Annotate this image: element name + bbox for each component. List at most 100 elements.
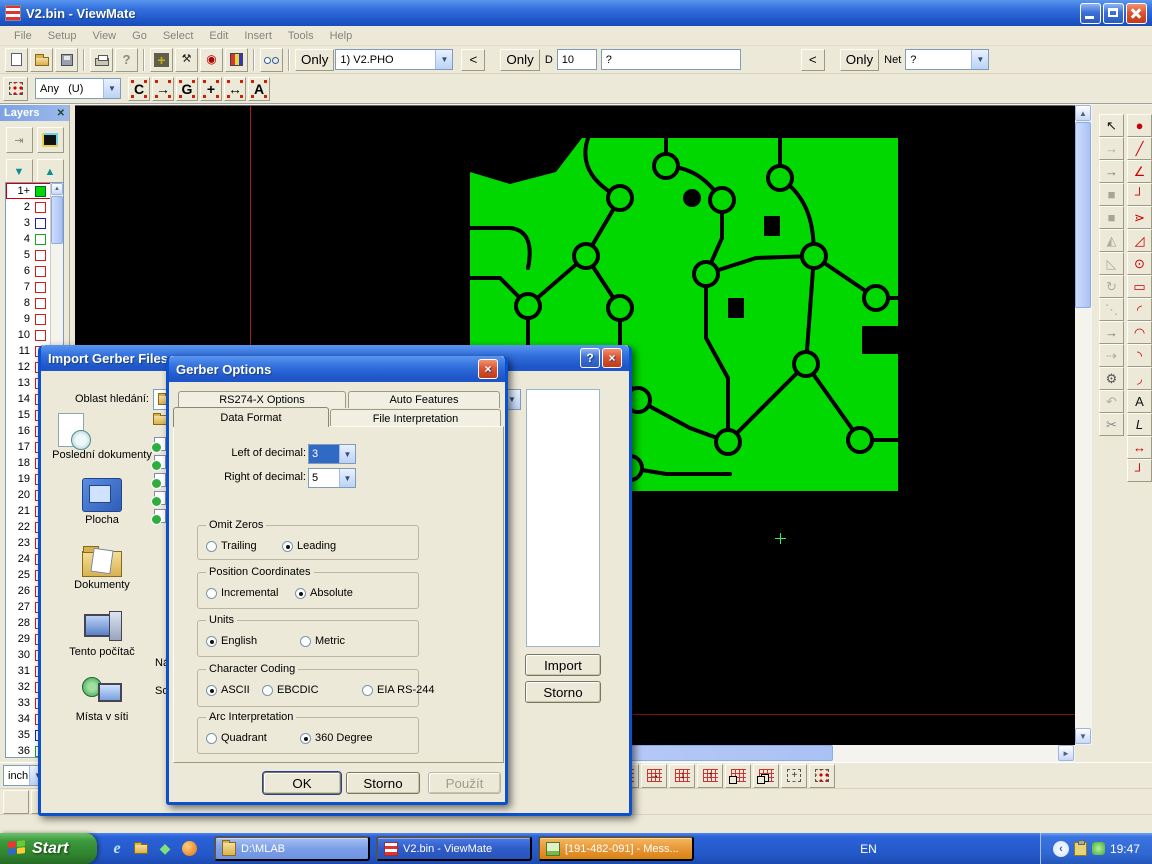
radio-icon[interactable] bbox=[206, 733, 217, 744]
gerber-file-icon[interactable] bbox=[154, 437, 166, 451]
dcode-filter-input[interactable]: ? bbox=[601, 49, 741, 70]
tab-rs274x-options[interactable]: RS274-X Options bbox=[178, 391, 346, 408]
task-messenger[interactable]: [191-482-091] - Mess... bbox=[538, 836, 694, 861]
window-corner-button[interactable] bbox=[725, 764, 751, 788]
lasso-button[interactable]: ✂ bbox=[1099, 413, 1124, 436]
draw-pad-button[interactable]: ● bbox=[1127, 114, 1152, 137]
radio-option[interactable]: Incremental bbox=[206, 587, 278, 599]
radio-icon[interactable] bbox=[262, 685, 273, 696]
layer-swatch[interactable] bbox=[35, 266, 46, 277]
explorer-folder-icon[interactable] bbox=[131, 839, 151, 859]
block-b-button[interactable]: ■ bbox=[1099, 206, 1124, 229]
layer-swatch[interactable] bbox=[35, 218, 46, 229]
chevron-down-icon[interactable]: ▼ bbox=[339, 445, 355, 463]
save-file-button[interactable] bbox=[55, 48, 78, 72]
layer-combo[interactable]: 1) V2.PHO ▼ bbox=[335, 49, 453, 70]
radio-icon[interactable] bbox=[206, 685, 217, 696]
prev-layer-button[interactable]: < bbox=[461, 49, 485, 71]
language-indicator[interactable]: EN bbox=[852, 842, 885, 856]
draw-text-button[interactable]: A bbox=[1127, 390, 1152, 413]
chevron-down-icon[interactable]: ▼ bbox=[435, 50, 452, 69]
draw-polyline-button[interactable]: ∠ bbox=[1127, 160, 1152, 183]
help-button[interactable]: ? bbox=[580, 348, 600, 368]
left-of-decimal-combo[interactable]: 3 ▼ bbox=[308, 444, 356, 464]
film-colors-button[interactable] bbox=[225, 48, 248, 72]
radio-icon[interactable] bbox=[206, 588, 217, 599]
radio-icon[interactable] bbox=[282, 541, 293, 552]
layer-swatch[interactable] bbox=[35, 282, 46, 293]
measure-button[interactable] bbox=[260, 48, 283, 72]
place-network-places[interactable]: Místa v síti bbox=[51, 675, 153, 723]
open-file-button[interactable] bbox=[30, 48, 53, 72]
close-icon[interactable]: ✕ bbox=[57, 108, 65, 119]
import-button[interactable]: Import bbox=[525, 654, 601, 676]
tab-data-format[interactable]: Data Format bbox=[173, 407, 329, 427]
scale-button[interactable]: ⋱ bbox=[1099, 298, 1124, 321]
span-mode-icon[interactable]: ↔ bbox=[224, 77, 246, 101]
collapse-chevron-icon[interactable]: ‹ bbox=[1053, 841, 1069, 857]
agent-tray-icon[interactable] bbox=[1092, 842, 1105, 855]
menu-insert[interactable]: Insert bbox=[236, 28, 280, 44]
draw-triangle-button[interactable]: ◿ bbox=[1127, 229, 1152, 252]
layers-panel-header[interactable]: Layers ✕ bbox=[0, 105, 69, 121]
draw-corner-button[interactable]: ┘ bbox=[1127, 183, 1152, 206]
select-filter-combo[interactable]: Any (U) ▼ bbox=[35, 78, 121, 99]
close-button[interactable]: × bbox=[478, 359, 498, 379]
pan-right-button[interactable]: → bbox=[641, 764, 667, 788]
chevron-down-icon[interactable]: ▼ bbox=[971, 50, 988, 69]
context-help-button[interactable]: ? bbox=[115, 48, 138, 72]
layer-swatch[interactable] bbox=[35, 250, 46, 261]
rotate-button[interactable]: ↻ bbox=[1099, 275, 1124, 298]
component-mode-icon[interactable]: C bbox=[128, 77, 150, 101]
place-desktop[interactable]: Plocha bbox=[51, 478, 153, 526]
net-combo[interactable]: ? ▼ bbox=[905, 49, 989, 70]
layer-swatch[interactable] bbox=[35, 186, 46, 197]
new-file-button[interactable] bbox=[5, 48, 28, 72]
firefox-icon[interactable] bbox=[179, 839, 199, 859]
only-net-button[interactable]: Only bbox=[840, 49, 879, 71]
close-button[interactable] bbox=[1126, 3, 1147, 24]
place-recent-documents[interactable]: Poslední dokumenty bbox=[51, 413, 153, 461]
help-center-icon[interactable]: ◆ bbox=[155, 839, 175, 859]
draw-rect-button[interactable]: ▭ bbox=[1127, 275, 1152, 298]
print-button[interactable] bbox=[90, 48, 113, 72]
tab-auto-features[interactable]: Auto Features bbox=[348, 391, 500, 408]
radio-option[interactable]: EIA RS-244 bbox=[362, 684, 434, 696]
apply-button[interactable]: Použít bbox=[428, 772, 501, 794]
send-layer-button[interactable]: ⇥ bbox=[6, 127, 33, 153]
menu-go[interactable]: Go bbox=[124, 28, 155, 44]
radio-option[interactable]: Absolute bbox=[295, 587, 353, 599]
block-a-button[interactable]: ■ bbox=[1099, 183, 1124, 206]
layer-swatch[interactable] bbox=[35, 330, 46, 341]
task-folder[interactable]: D:\MLAB bbox=[214, 836, 370, 861]
pan-down-button[interactable]: ↓ bbox=[669, 764, 695, 788]
menu-edit[interactable]: Edit bbox=[201, 28, 236, 44]
place-my-computer[interactable]: Tento počítač bbox=[51, 610, 153, 658]
radio-icon[interactable] bbox=[300, 636, 311, 647]
draw-dimension-button[interactable]: ↔ bbox=[1127, 436, 1152, 459]
menu-tools[interactable]: Tools bbox=[280, 28, 322, 44]
select-points-button[interactable] bbox=[809, 764, 835, 788]
start-button[interactable]: Start bbox=[0, 833, 97, 864]
right-of-decimal-combo[interactable]: 5 ▼ bbox=[308, 468, 356, 488]
scroll-down-icon[interactable]: ▼ bbox=[1075, 728, 1091, 744]
draw-circle-button[interactable]: ⊙ bbox=[1127, 252, 1152, 275]
undo-button[interactable]: ↶ bbox=[1099, 390, 1124, 413]
menu-select[interactable]: Select bbox=[155, 28, 202, 44]
gerber-options-titlebar[interactable]: Gerber Options × bbox=[169, 356, 505, 382]
gerber-file-icon[interactable] bbox=[154, 491, 166, 505]
select-area-button[interactable]: + bbox=[781, 764, 807, 788]
radio-option[interactable]: 360 Degree bbox=[300, 732, 373, 744]
restore-button[interactable] bbox=[1103, 3, 1124, 24]
cross-mode-icon[interactable]: + bbox=[200, 77, 222, 101]
scroll-up-icon[interactable]: ▲ bbox=[51, 183, 63, 195]
vscroll-thumb[interactable] bbox=[1075, 122, 1091, 308]
scroll-up-icon[interactable]: ▲ bbox=[1075, 105, 1091, 121]
gerber-file-icon[interactable] bbox=[154, 509, 166, 523]
menu-file[interactable]: File bbox=[6, 28, 40, 44]
radio-icon[interactable] bbox=[362, 685, 373, 696]
copy-item-button[interactable]: ⇢ bbox=[1099, 344, 1124, 367]
layer-swatch[interactable] bbox=[35, 298, 46, 309]
layer-scroll-thumb[interactable] bbox=[51, 196, 63, 244]
select-grid-icon[interactable] bbox=[3, 77, 28, 101]
